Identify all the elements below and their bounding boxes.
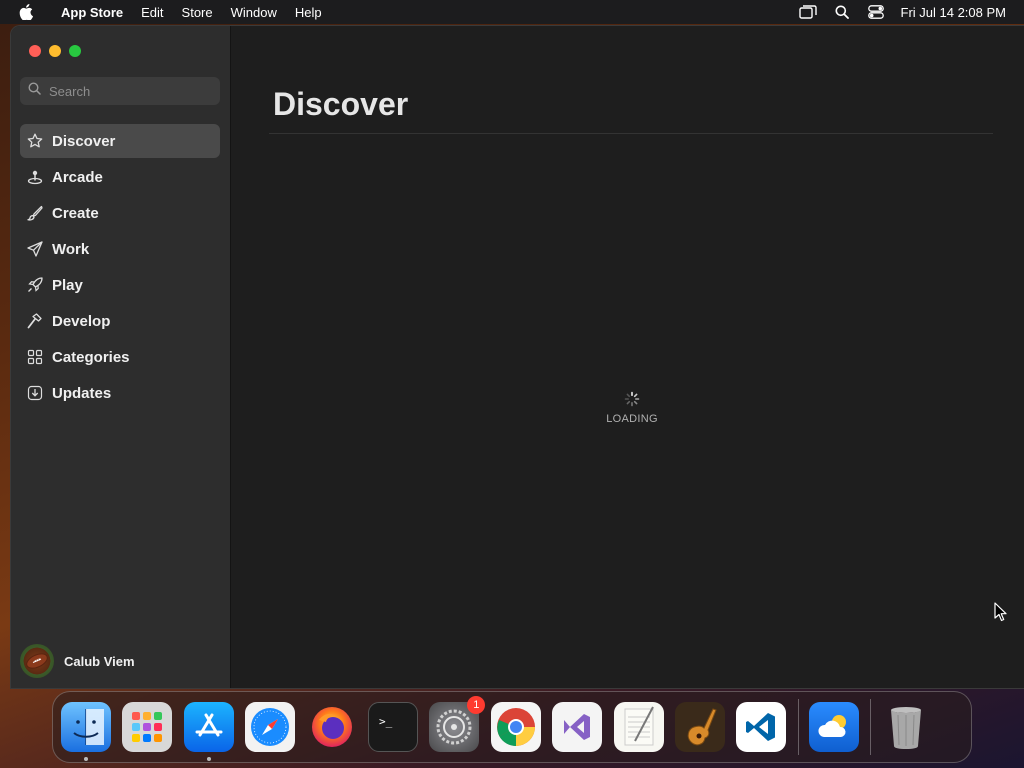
paperplane-icon — [26, 240, 44, 258]
finder-icon[interactable] — [61, 702, 111, 761]
spinner-icon — [624, 391, 640, 407]
sidebar-item-play[interactable]: Play — [20, 268, 220, 302]
star-icon — [26, 132, 44, 150]
title-divider — [269, 133, 993, 134]
sidebar-item-discover[interactable]: Discover — [20, 124, 220, 158]
joystick-icon — [26, 168, 44, 186]
sidebar-item-label: Develop — [52, 312, 111, 330]
sidebar-item-arcade[interactable]: Arcade — [20, 160, 220, 194]
sidebar-item-updates[interactable]: Updates — [20, 376, 220, 410]
sidebar-item-label: Work — [52, 240, 90, 258]
sidebar: Discover Arcade Create Work — [11, 26, 231, 688]
notification-badge: 1 — [467, 696, 486, 714]
menu-store[interactable]: Store — [173, 0, 222, 24]
search-input[interactable] — [49, 83, 209, 99]
chrome-icon[interactable] — [490, 702, 541, 752]
close-button[interactable] — [29, 45, 41, 57]
weather-icon[interactable] — [808, 702, 859, 752]
sidebar-item-create[interactable]: Create — [20, 196, 220, 230]
menu-bar: App Store Edit Store Window Help Fri Jul… — [0, 0, 1024, 24]
search-icon — [28, 82, 41, 100]
sidebar-item-categories[interactable]: Categories — [20, 340, 220, 374]
menu-clock[interactable]: Fri Jul 14 2:08 PM — [893, 5, 1024, 20]
terminal-icon[interactable]: >_ — [367, 702, 418, 752]
search-field[interactable] — [20, 77, 220, 105]
football-icon — [26, 653, 48, 669]
window-controls — [29, 45, 81, 57]
system-settings-icon[interactable]: 1 — [429, 696, 486, 752]
zoom-button[interactable] — [69, 45, 81, 57]
launchpad-icon[interactable] — [122, 702, 173, 752]
sidebar-item-work[interactable]: Work — [20, 232, 220, 266]
menu-app-name[interactable]: App Store — [52, 0, 132, 24]
window-mirror-icon[interactable] — [791, 0, 825, 24]
firefox-icon[interactable] — [307, 702, 357, 752]
avatar[interactable] — [20, 644, 54, 678]
grid-icon — [26, 348, 44, 366]
visual-studio-icon[interactable] — [552, 702, 603, 752]
sidebar-item-label: Discover — [52, 132, 116, 150]
menu-window[interactable]: Window — [222, 0, 286, 24]
hammer-icon — [26, 312, 44, 330]
sidebar-item-label: Arcade — [52, 168, 103, 186]
loading-label: LOADING — [606, 413, 658, 425]
user-account[interactable]: Calub Viem — [20, 644, 135, 678]
safari-icon[interactable] — [245, 702, 296, 752]
control-center-icon[interactable] — [859, 0, 893, 24]
main-content: Discover LOADING — [231, 26, 1024, 688]
svg-text:>_: >_ — [379, 715, 393, 728]
download-icon — [26, 384, 44, 402]
sidebar-item-develop[interactable]: Develop — [20, 304, 220, 338]
paintbrush-icon — [26, 204, 44, 222]
menu-help[interactable]: Help — [286, 0, 331, 24]
app-store-icon[interactable] — [183, 702, 234, 761]
dock-separator — [870, 699, 872, 755]
garageband-icon[interactable] — [674, 702, 725, 752]
loading-indicator: LOADING — [591, 391, 673, 425]
dock-separator — [797, 699, 799, 755]
menu-edit[interactable]: Edit — [132, 0, 172, 24]
mouse-cursor-icon — [994, 602, 1008, 627]
sidebar-item-label: Updates — [52, 384, 112, 402]
rocket-icon — [26, 276, 44, 294]
running-indicator — [84, 757, 88, 761]
dock: >_ 1 — [52, 691, 972, 763]
sidebar-nav: Discover Arcade Create Work Play Develop… — [20, 124, 220, 412]
sidebar-item-label: Play — [52, 276, 83, 294]
trash-icon[interactable] — [881, 702, 931, 752]
minimize-button[interactable] — [49, 45, 61, 57]
spotlight-search-icon[interactable] — [825, 0, 859, 24]
user-name: Calub Viem — [64, 653, 135, 669]
app-store-window: Discover Arcade Create Work — [10, 25, 1024, 689]
vscode-icon[interactable] — [736, 702, 787, 752]
apple-icon[interactable] — [0, 0, 52, 24]
textedit-icon[interactable] — [613, 702, 664, 752]
sidebar-item-label: Create — [52, 204, 99, 222]
running-indicator — [206, 757, 211, 761]
sidebar-item-label: Categories — [52, 348, 130, 366]
page-title: Discover — [273, 86, 409, 122]
